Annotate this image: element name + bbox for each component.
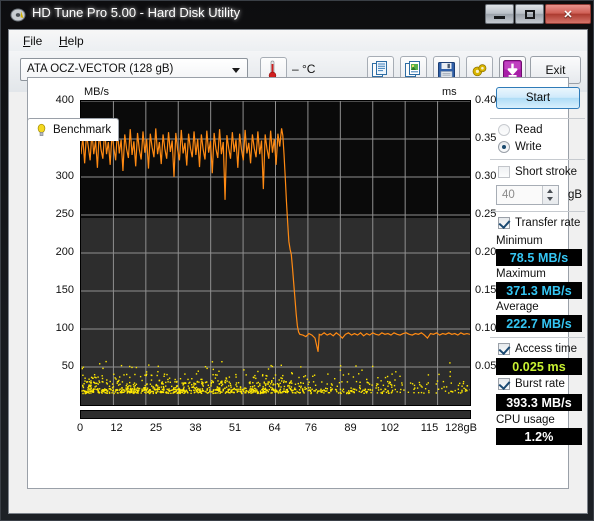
y2-tick-label: 0.20 (475, 246, 497, 258)
x-tick-label: 12 (110, 422, 123, 434)
y2-tick-label: 0.35 (475, 132, 497, 144)
minimum-label: Minimum (496, 235, 543, 247)
short-stroke-unit: gB (568, 189, 583, 201)
gear-icon (472, 63, 486, 76)
radio-write[interactable]: Write (498, 141, 542, 153)
radio-read-label: Read (515, 124, 543, 136)
checkbox-transfer-rate-indicator (498, 217, 510, 229)
y2-tick-label: 0.40 (475, 94, 497, 106)
x-tick-label: 76 (304, 422, 318, 434)
client-area: File Help ATA OCZ-VECTOR (128 gB) – °C E… (8, 29, 588, 514)
y2-tick-label: 0.15 (475, 284, 497, 296)
divider-1 (490, 118, 585, 119)
radio-write-indicator (498, 141, 510, 153)
y-tick-label: 200 (55, 246, 74, 258)
x-tick-label: 89 (344, 422, 357, 434)
y-tick-label: 150 (55, 284, 74, 296)
checkbox-access-time-label: Access time (515, 343, 577, 355)
hdtune-window: HD Tune Pro 5.00 - Hard Disk Utility ✕ F… (0, 0, 594, 521)
minimum-value: 78.5 MB/s (496, 249, 582, 266)
y2-tick-label: 0.10 (475, 322, 497, 334)
checkbox-burst-rate-indicator (498, 378, 510, 390)
short-stroke-spin-buttons[interactable] (542, 186, 558, 204)
x-tick-label: 51 (228, 422, 242, 434)
divider-4 (490, 337, 585, 338)
checkbox-burst-rate-label: Burst rate (515, 378, 565, 390)
plot-area (80, 100, 471, 406)
x-axis-ticks: 0 12 25 38 51 64 76 89 102 115 128gB (44, 422, 477, 438)
x-tick-label: 128gB (445, 422, 477, 434)
close-icon: ✕ (563, 8, 573, 21)
plot-canvas (81, 101, 470, 405)
spin-down-icon (547, 197, 553, 201)
window-buttons: ✕ (484, 4, 591, 25)
close-button[interactable]: ✕ (545, 4, 591, 24)
checkbox-short-stroke-indicator (498, 166, 510, 178)
checkbox-short-stroke[interactable]: Short stroke (498, 166, 577, 178)
y2-tick-label: 0.25 (475, 208, 497, 220)
maximum-value: 371.3 MB/s (496, 282, 582, 299)
cpu-usage-value: 1.2% (496, 428, 582, 445)
y-tick-label: 400 (55, 94, 74, 106)
short-stroke-stepper[interactable]: 40 (496, 185, 559, 205)
radio-read[interactable]: Read (498, 124, 543, 136)
tab-benchmark-label: Benchmark (53, 124, 112, 136)
divider-3 (490, 211, 585, 212)
y2-tick-label: 0.30 (475, 170, 497, 182)
maximize-icon (524, 9, 535, 19)
divider-2 (490, 159, 585, 160)
cpu-usage-label: CPU usage (496, 414, 555, 426)
drive-select-value: ATA OCZ-VECTOR (128 gB) (27, 63, 174, 75)
x-tick-label: 0 (76, 422, 84, 434)
checkbox-burst-rate[interactable]: Burst rate (498, 378, 565, 390)
temperature-value: – °C (292, 62, 316, 76)
radio-read-indicator (498, 124, 510, 136)
floppy-disk-icon (438, 61, 455, 79)
checkbox-access-time-indicator (498, 343, 510, 355)
access-time-value: 0.025 ms (496, 358, 582, 375)
checkbox-short-stroke-label: Short stroke (515, 166, 577, 178)
radio-write-label: Write (515, 141, 542, 153)
y-tick-label: 300 (55, 170, 74, 182)
menu-file[interactable]: File (17, 33, 48, 49)
minimize-button[interactable] (485, 4, 514, 24)
checkbox-transfer-rate-label: Transfer rate (515, 217, 581, 229)
window-title: HD Tune Pro 5.00 - Hard Disk Utility (32, 5, 241, 20)
checkbox-transfer-rate[interactable]: Transfer rate (498, 217, 580, 229)
y-axis-unit-label: MB/s (84, 86, 110, 98)
benchmark-chart: MB/s ms 40035030025020015010050 0.400.35… (44, 86, 497, 476)
x-tick-label: 115 (420, 422, 439, 434)
menu-bar: File Help (9, 30, 587, 52)
y-tick-label: 250 (55, 208, 74, 220)
hdtune-icon (10, 8, 26, 22)
x-tick-label: 64 (268, 422, 281, 434)
start-button[interactable]: Start (496, 87, 580, 109)
burst-rate-value: 393.3 MB/s (496, 394, 582, 411)
short-stroke-value: 40 (502, 189, 515, 201)
x-tick-label: 25 (149, 422, 163, 434)
minimize-icon (494, 15, 505, 19)
average-value: 222.7 MB/s (496, 315, 582, 332)
chevron-down-icon (232, 68, 240, 73)
lightbulb-icon (37, 123, 46, 136)
y2-tick-label: 0.05 (475, 360, 497, 372)
y-tick-label: 50 (61, 360, 74, 372)
y-tick-label: 100 (55, 322, 74, 334)
tab-benchmark[interactable]: Benchmark (27, 118, 120, 141)
spin-up-icon (547, 189, 553, 193)
x-axis-bar (80, 410, 471, 419)
title-bar: HD Tune Pro 5.00 - Hard Disk Utility ✕ (1, 1, 593, 29)
checkbox-access-time[interactable]: Access time (498, 343, 577, 355)
x-tick-label: 102 (380, 422, 400, 434)
maximize-button[interactable] (515, 4, 544, 24)
maximum-label: Maximum (496, 268, 546, 280)
y2-axis-unit-label: ms (442, 86, 457, 98)
menu-help[interactable]: Help (53, 33, 90, 49)
menu-help-rest: elp (67, 34, 84, 48)
x-tick-label: 38 (189, 422, 202, 434)
menu-file-rest: ile (30, 34, 43, 48)
average-label: Average (496, 301, 539, 313)
